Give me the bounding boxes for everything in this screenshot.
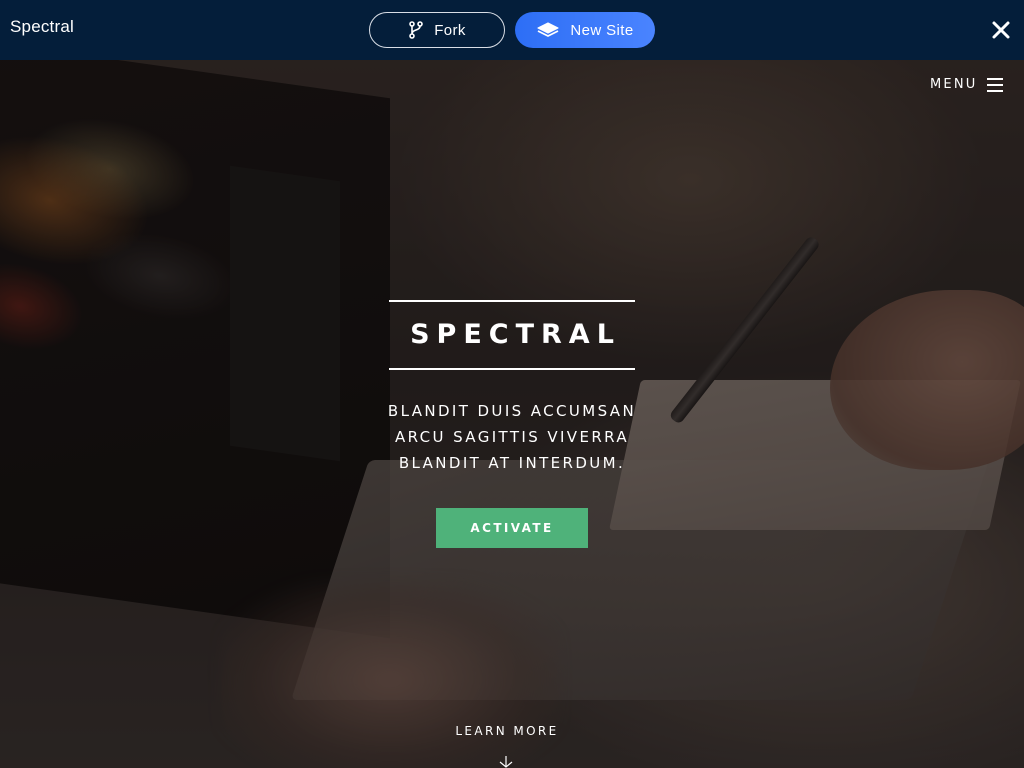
menu-label: MENU [930, 77, 978, 92]
chevron-down-icon[interactable] [498, 756, 514, 768]
hero-banner: MENU SPECTRAL BLANDIT DUIS ACCUMSAN ARCU… [0, 60, 1024, 768]
banner-subtitle: BLANDIT DUIS ACCUMSAN ARCU SAGITTIS VIVE… [312, 398, 712, 476]
fork-button[interactable]: Fork [369, 12, 505, 48]
subtitle-line: BLANDIT AT INTERDUM. [398, 454, 626, 472]
activate-button[interactable]: ACTIVATE [436, 508, 588, 548]
site-name: Spectral [10, 17, 74, 36]
subtitle-line: BLANDIT DUIS ACCUMSAN [387, 402, 637, 420]
close-icon[interactable] [990, 19, 1012, 41]
editor-top-bar: Spectral Fork New Site [0, 0, 1024, 60]
hamburger-icon [987, 77, 1004, 92]
new-site-label: New Site [570, 21, 634, 39]
learn-more-link[interactable]: LEARN MORE [432, 724, 582, 738]
fork-label: Fork [434, 21, 466, 39]
layers-icon [537, 22, 559, 37]
subtitle-line: ARCU SAGITTIS VIVERRA [394, 428, 630, 446]
page-title: SPECTRAL [389, 300, 635, 370]
menu-toggle[interactable]: MENU [930, 77, 1004, 92]
new-site-button[interactable]: New Site [515, 12, 655, 48]
git-fork-icon [409, 21, 423, 39]
